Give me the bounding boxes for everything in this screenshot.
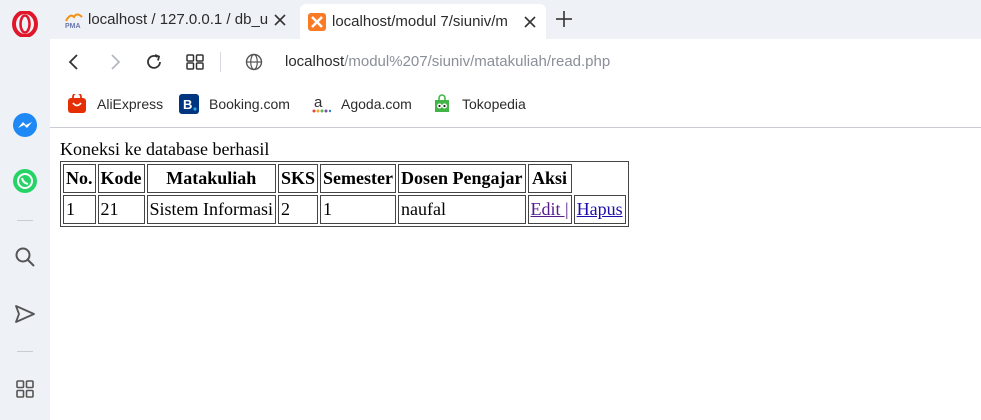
forward-arrow-icon[interactable] bbox=[102, 49, 128, 75]
url-host: localhost bbox=[285, 53, 345, 70]
bookmark-label: Booking.com bbox=[209, 96, 290, 112]
aliexpress-icon bbox=[67, 94, 87, 114]
svg-text:B: B bbox=[183, 97, 192, 112]
header-aksi: Aksi bbox=[527, 164, 572, 193]
cell-semester: 1 bbox=[320, 195, 397, 224]
cell-matakuliah: Sistem Informasi bbox=[146, 195, 277, 224]
bookmark-label: AliExpress bbox=[97, 96, 164, 112]
booking-icon: B bbox=[179, 94, 199, 114]
table-row: 1 21 Sistem Informasi 2 1 naufal Edit | … bbox=[63, 195, 626, 224]
cell-kode: 21 bbox=[97, 195, 145, 224]
edit-link[interactable]: Edit | bbox=[531, 199, 569, 219]
opera-sidebar bbox=[0, 0, 50, 420]
toolbar-divider bbox=[220, 52, 221, 72]
xampp-icon bbox=[308, 12, 326, 31]
apps-grid-icon[interactable] bbox=[11, 375, 39, 403]
bookmarks-bar: AliExpress B Booking.com a Agoda.com Tok… bbox=[50, 85, 981, 123]
header-empty bbox=[574, 164, 626, 193]
globe-icon[interactable] bbox=[241, 49, 267, 75]
header-matakuliah: Matakuliah bbox=[146, 164, 277, 193]
bookmark-agoda[interactable]: a Agoda.com bbox=[311, 93, 412, 115]
whatsapp-icon[interactable] bbox=[11, 167, 39, 195]
svg-text:PMA: PMA bbox=[65, 23, 81, 29]
tab-overview-icon[interactable] bbox=[182, 49, 208, 75]
bookmark-aliexpress[interactable]: AliExpress bbox=[67, 93, 163, 115]
agoda-icon: a bbox=[311, 94, 331, 114]
table-header-row: No. Kode Matakuliah SKS Semester Dosen P… bbox=[63, 164, 626, 193]
bookmark-label: Agoda.com bbox=[341, 96, 412, 112]
cell-no: 1 bbox=[63, 195, 96, 224]
sidebar-divider bbox=[17, 351, 33, 352]
tab-phpmyadmin[interactable]: PMA localhost / 127.0.0.1 / db_u bbox=[56, 4, 296, 35]
bookmark-label: Tokopedia bbox=[462, 96, 526, 112]
address-bar[interactable]: localhost/modul%207/siuniv/matakuliah/re… bbox=[285, 53, 610, 70]
url-path: /modul%207/siuniv/matakuliah/read.php bbox=[344, 53, 611, 70]
phpmyadmin-icon: PMA bbox=[64, 11, 83, 30]
new-tab-plus-icon[interactable] bbox=[552, 7, 576, 31]
cell-sks: 2 bbox=[278, 195, 319, 224]
tab-read-php[interactable]: localhost/modul 7/siuniv/m bbox=[300, 4, 546, 39]
bookmark-booking[interactable]: B Booking.com bbox=[179, 93, 290, 115]
search-icon[interactable] bbox=[11, 243, 39, 271]
header-kode: Kode bbox=[97, 164, 145, 193]
header-dosen: Dosen Pengajar bbox=[398, 164, 526, 193]
header-sks: SKS bbox=[278, 164, 319, 193]
cell-dosen: naufal bbox=[398, 195, 526, 224]
tab-title: localhost / 127.0.0.1 / db_u bbox=[88, 11, 268, 28]
back-arrow-icon[interactable] bbox=[61, 49, 87, 75]
matakuliah-table: No. Kode Matakuliah SKS Semester Dosen P… bbox=[60, 161, 629, 227]
messenger-icon[interactable] bbox=[11, 111, 39, 139]
page-content: Koneksi ke database berhasil No. Kode Ma… bbox=[50, 128, 981, 420]
connection-status-text: Koneksi ke database berhasil bbox=[60, 139, 270, 159]
tab-strip: PMA localhost / 127.0.0.1 / db_u localho… bbox=[50, 0, 981, 39]
send-icon[interactable] bbox=[11, 300, 39, 328]
svg-text:a: a bbox=[314, 94, 323, 111]
tokopedia-icon bbox=[432, 94, 452, 114]
tab-title: localhost/modul 7/siuniv/m bbox=[332, 13, 508, 30]
reload-icon[interactable] bbox=[141, 49, 167, 75]
cell-hapus: Hapus bbox=[573, 195, 626, 224]
cell-edit: Edit | bbox=[527, 195, 572, 224]
browser-toolbar: localhost/modul%207/siuniv/matakuliah/re… bbox=[50, 39, 981, 85]
close-tab-icon[interactable] bbox=[518, 10, 542, 34]
hapus-link[interactable]: Hapus bbox=[577, 199, 623, 219]
opera-logo-icon[interactable] bbox=[11, 10, 39, 38]
header-no: No. bbox=[63, 164, 96, 193]
header-semester: Semester bbox=[320, 164, 397, 193]
sidebar-divider bbox=[17, 220, 33, 221]
bookmark-tokopedia[interactable]: Tokopedia bbox=[432, 93, 526, 115]
close-tab-icon[interactable] bbox=[268, 8, 292, 32]
